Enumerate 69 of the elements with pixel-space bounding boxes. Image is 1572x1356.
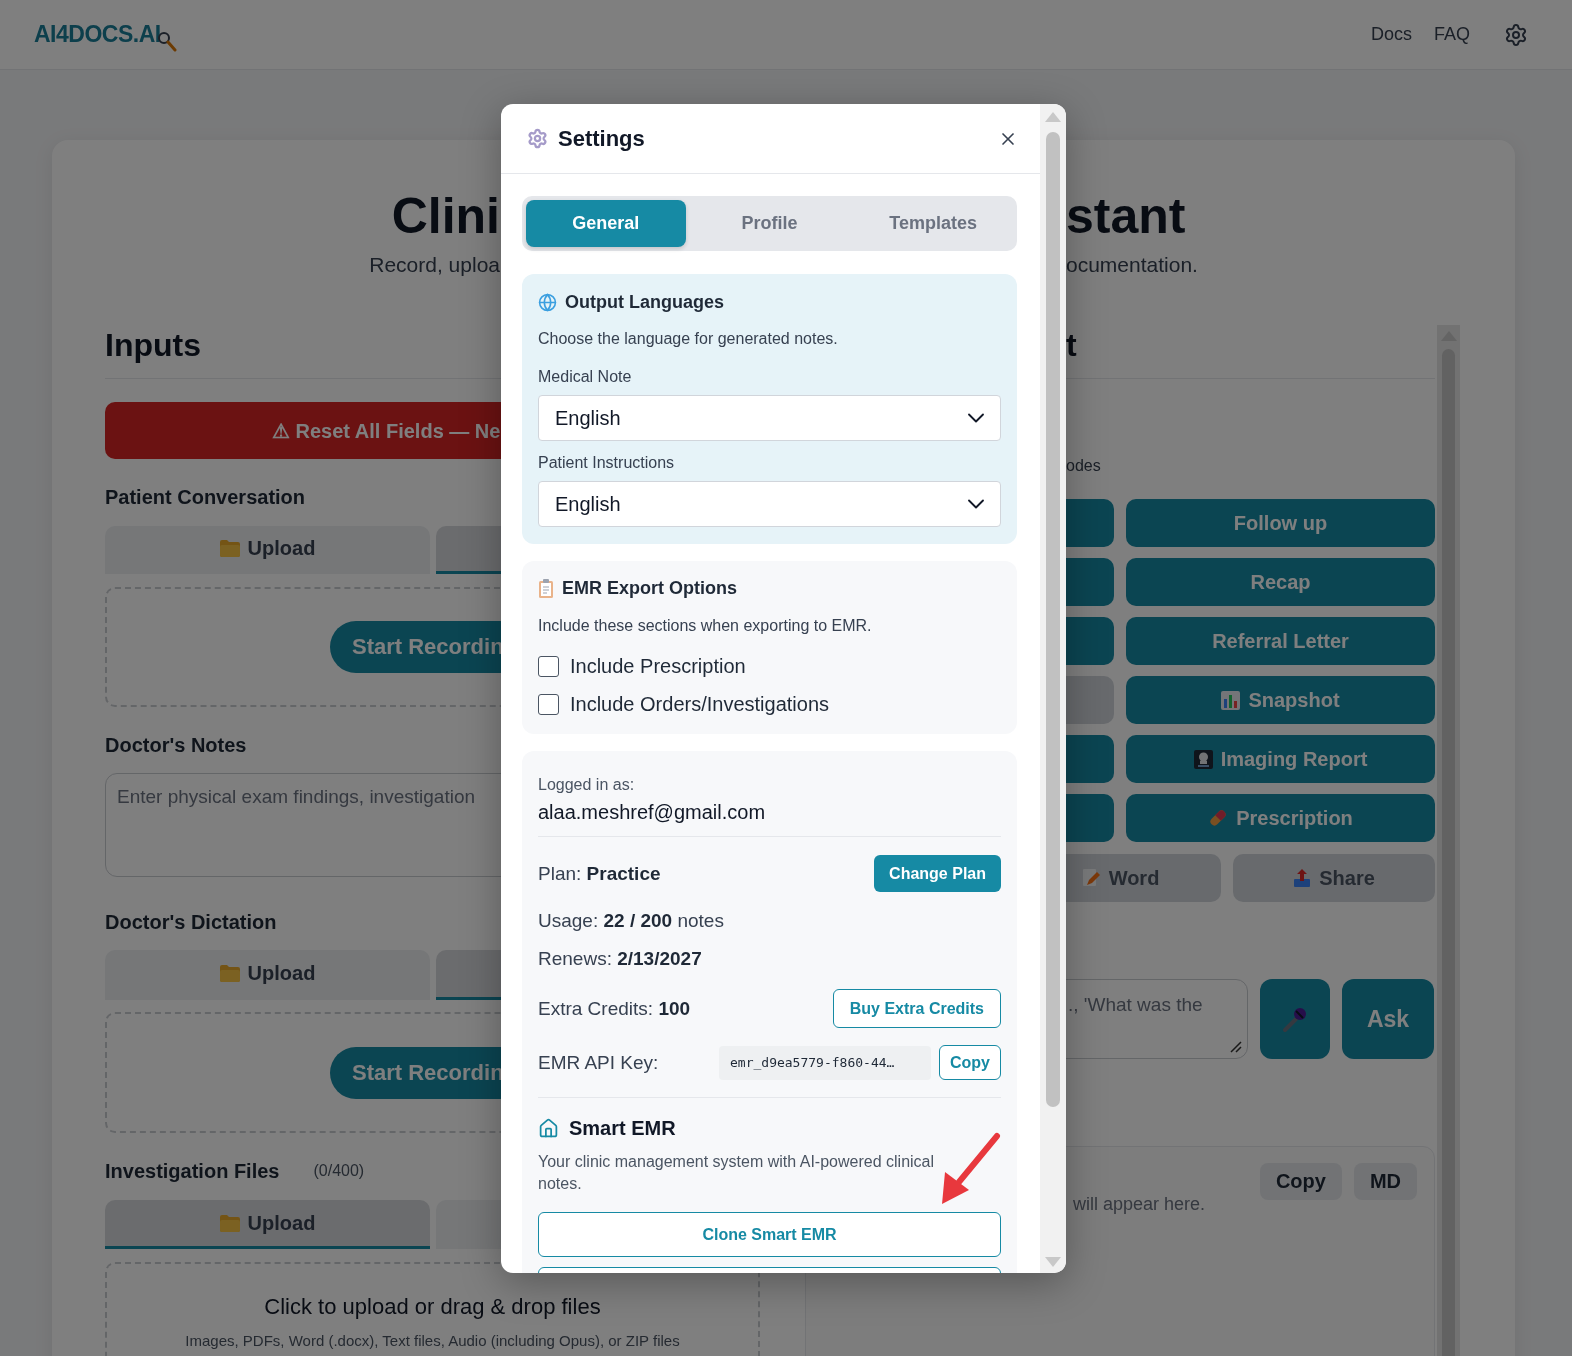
panel-title: Output Languages <box>565 291 724 313</box>
section-title: Investigation Files <box>105 1159 280 1183</box>
credits-text: Extra Credits: 100 <box>538 997 691 1020</box>
resize-handle-icon <box>1230 1041 1242 1053</box>
api-key-value: emr_d9ea5779-f860-44… <box>719 1045 931 1080</box>
file-count: (0/400) <box>313 1161 365 1181</box>
pencil-document-icon <box>1080 868 1101 888</box>
input-tab[interactable]: Upload <box>105 1200 430 1249</box>
page-subtitle: ocumentation. <box>1066 252 1199 278</box>
input-tab[interactable]: Upload <box>105 526 430 574</box>
folder-icon <box>219 1214 240 1232</box>
language-select[interactable]: English <box>538 395 1001 441</box>
settings-icon <box>527 128 548 149</box>
clipboard-icon <box>538 578 554 598</box>
drop-title: Click to upload or drag & drop files <box>264 1294 601 1320</box>
copy-button[interactable]: Copy <box>939 1045 1001 1080</box>
settings-tab[interactable]: Templates <box>853 200 1013 247</box>
settings-icon[interactable] <box>1504 22 1528 47</box>
logged-in-label: Logged in as: <box>538 775 636 795</box>
nav-link[interactable]: FAQ <box>1434 24 1470 45</box>
answer-placeholder: will appear here. <box>1073 1194 1206 1215</box>
checkbox[interactable] <box>538 655 559 677</box>
answer-action-button[interactable]: MD <box>1353 1163 1417 1200</box>
upload-tray-icon <box>1293 868 1312 888</box>
page-title: Clini <box>390 187 500 246</box>
modes-label: odes <box>1065 458 1102 474</box>
note-type-button[interactable]: Recap <box>1126 558 1435 606</box>
settings-tab[interactable]: Profile <box>689 200 850 247</box>
bar-chart-icon <box>1221 690 1241 710</box>
change-plan-button[interactable]: Change Plan <box>874 855 1001 892</box>
microphone-button[interactable] <box>1260 979 1330 1059</box>
section-title: Doctor's Dictation <box>105 910 277 934</box>
panel-description: Include these sections when exporting to EMR. <box>538 616 873 636</box>
renews-text: Renews: 2/13/2027 <box>538 947 703 971</box>
globe-icon <box>538 292 557 312</box>
usage-text: Usage: 22 / 200 notes <box>538 909 725 933</box>
folder-icon <box>219 540 240 557</box>
settings-tab[interactable]: General <box>526 200 686 247</box>
drop-hint: Images, PDFs, Word (.docx), Text files, Audio (including Opus), or ZIP files <box>185 1332 680 1349</box>
checkbox[interactable] <box>538 693 559 715</box>
checkbox-label: Include Prescription <box>570 654 746 678</box>
microphone-icon <box>1281 1005 1309 1033</box>
note-type-button[interactable]: Prescription <box>1126 794 1435 842</box>
ask-button[interactable]: Ask <box>1342 979 1434 1059</box>
nav-link[interactable]: Docs <box>1370 24 1412 45</box>
buy-credits-button[interactable]: Buy Extra Credits <box>832 989 1001 1028</box>
note-type-button[interactable]: Snapshot <box>1126 676 1435 724</box>
logo[interactable]: AI4DOCS.AI <box>34 21 161 48</box>
page-title: stant <box>1066 187 1187 246</box>
checkbox-label: Include Orders/Investigations <box>570 692 830 716</box>
input-tab[interactable]: Upload <box>105 950 430 1000</box>
note-type-button[interactable]: Referral Letter <box>1126 617 1435 665</box>
clone-button[interactable]: Clone Smart EMR <box>538 1212 1001 1257</box>
dialog-title: Settings <box>558 125 646 152</box>
panel-title: Smart EMR <box>569 1116 676 1140</box>
folder-icon <box>219 965 240 982</box>
panel-title: EMR Export Options <box>562 577 737 599</box>
panel-description: Your clinic management system with AI-powered clinical notes. <box>538 1152 936 1194</box>
note-type-button[interactable]: Imaging Report <box>1126 735 1435 783</box>
note-type-button[interactable]: Follow up <box>1126 499 1435 547</box>
house-icon <box>538 1117 559 1139</box>
page-subtitle: Record, uploa <box>368 252 500 278</box>
scrollbar[interactable] <box>1437 325 1460 1356</box>
answer-action-button[interactable]: Copy <box>1259 1163 1342 1200</box>
section-title: Doctor's Notes <box>105 733 247 757</box>
language-select[interactable]: English <box>538 481 1001 527</box>
section-title: Patient Conversation <box>105 485 306 509</box>
api-key-label: EMR API Key: <box>538 1051 659 1074</box>
scrollbar[interactable] <box>1040 104 1066 1273</box>
